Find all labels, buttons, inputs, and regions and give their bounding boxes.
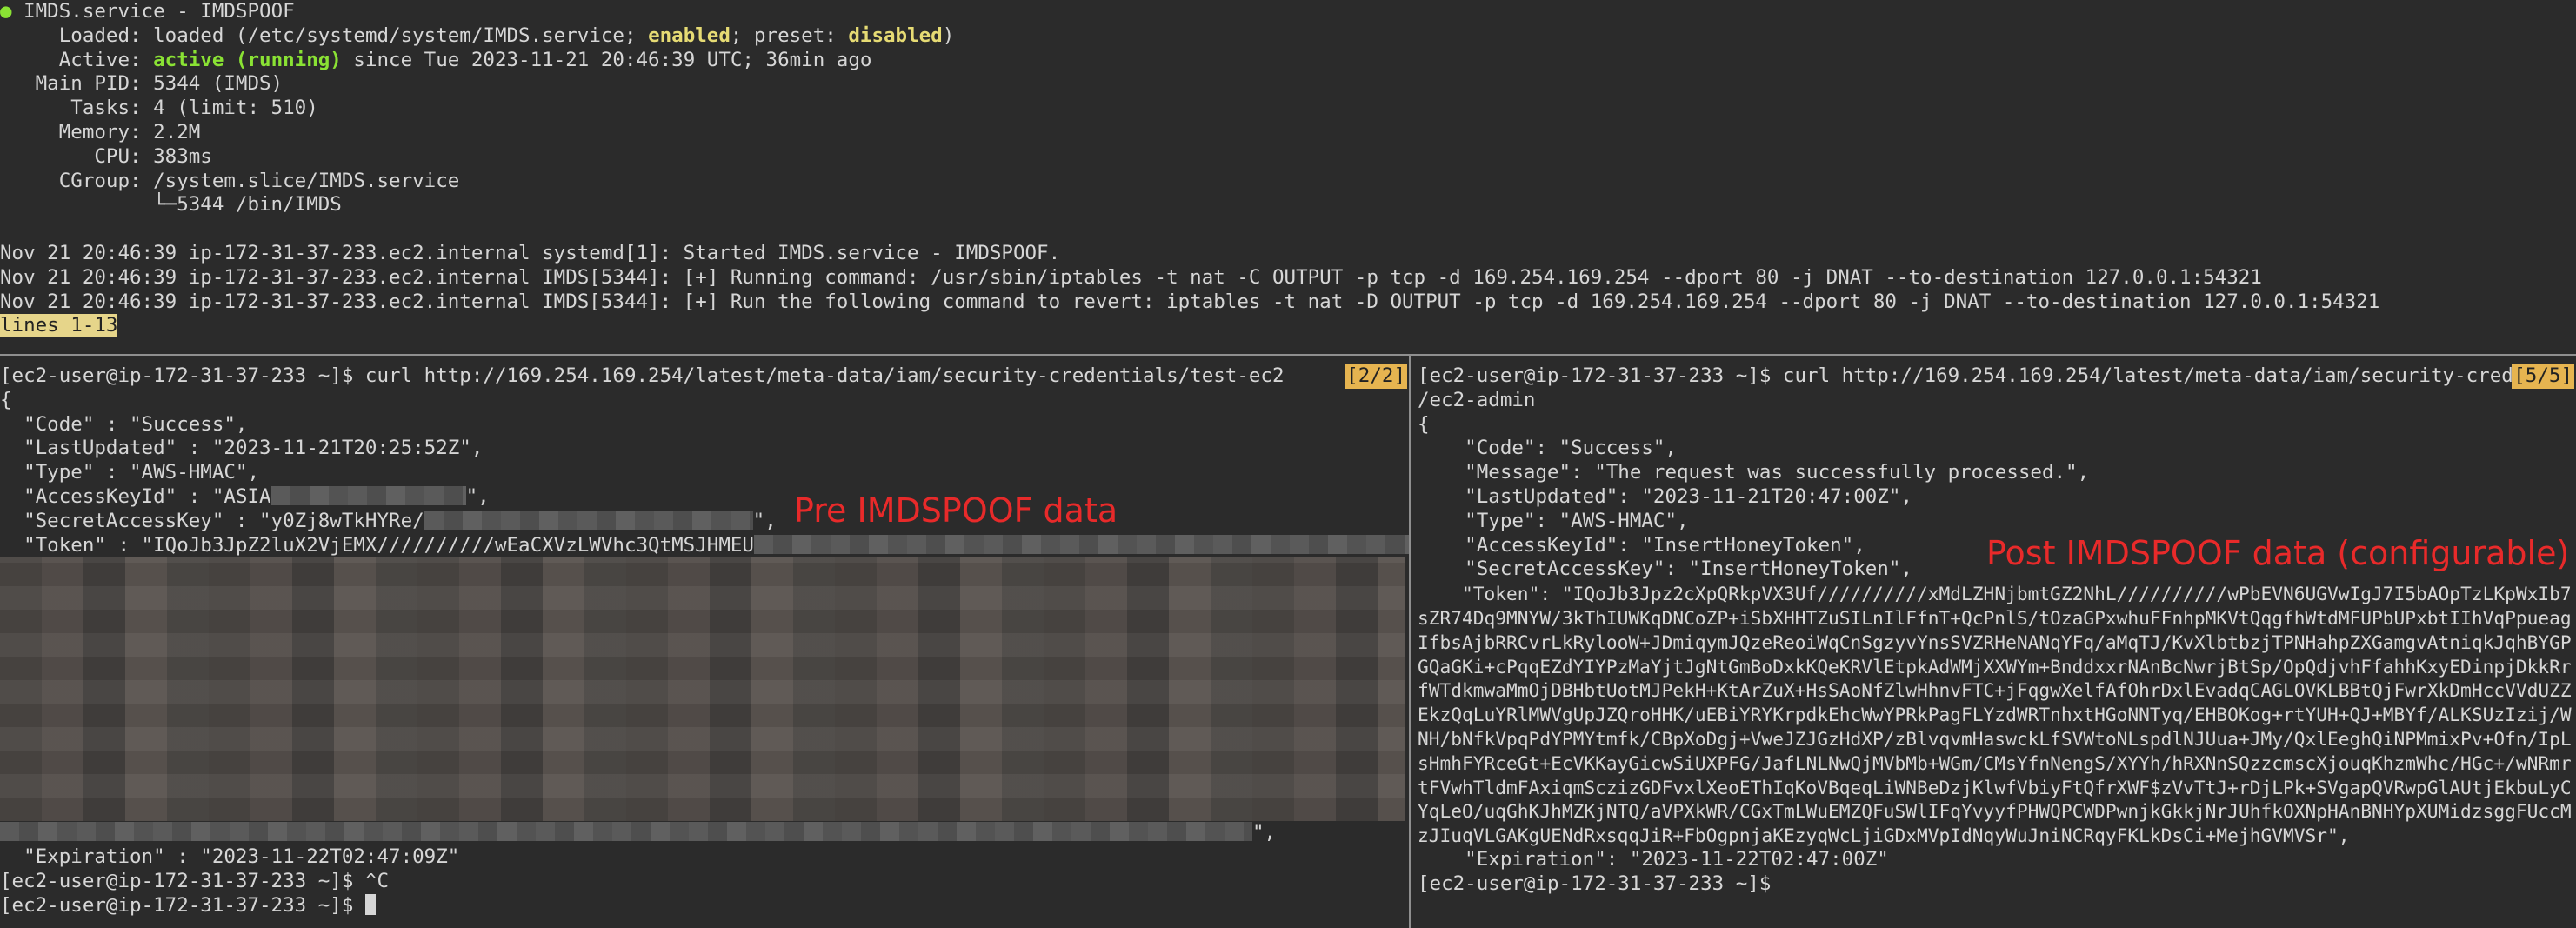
access-key-text: "AccessKeyId" : "ASIA (0, 484, 271, 508)
loaded-post: ) (942, 23, 955, 47)
json-access-key-line: "AccessKeyId" : "ASIA ", (0, 485, 1409, 510)
service-title: IMDS.service - IMDSPOOF (23, 0, 295, 23)
json-secret-key-line: "SecretAccessKey" : "y0Zj8wTkHYRe/ ", (0, 510, 1409, 534)
active-line: Active: active (running) since Tue 2023-… (0, 49, 2576, 73)
scroll-position-indicator: [2/2] (1345, 364, 1407, 389)
secret-key-text: "SecretAccessKey" : "y0Zj8wTkHYRe/ (0, 509, 424, 532)
cgroup-line: CGroup: /system.slice/IMDS.service (0, 169, 460, 192)
secret-key-suffix: ", (752, 509, 777, 532)
cpu-line: CPU: 383ms (0, 144, 212, 168)
curl-command-continuation: /ec2-admin (1418, 388, 1536, 411)
token-text: "Token" : "IQoJb3JpZ2luX2VjEMX//////////… (0, 533, 754, 557)
json-type-line: "Type" : "AWS-HMAC", (0, 461, 260, 484)
redaction-block (270, 485, 466, 505)
json-token-block: "Token": "IQoJb3Jpz2cXpQRkpVX3Uf////////… (1418, 583, 2572, 847)
cgroup-process-line: └─5344 /bin/IMDS (0, 193, 342, 217)
redaction-block (0, 822, 1252, 842)
json-open-brace: { (0, 388, 12, 411)
token-redaction-block (0, 557, 1405, 822)
active-key: Active: (0, 48, 154, 71)
loaded-mid: ; preset: (730, 23, 849, 47)
json-code-line: "Code": "Success", (1418, 437, 1678, 460)
json-token-line: "Token" : "IQoJb3JpZ2luX2VjEMX//////////… (0, 534, 1409, 558)
post-imdspoof-annotation: Post IMDSPOOF data (configurable) (1986, 534, 2570, 572)
shell-prompt: [ec2-user@ip-172-31-37-233 ~]$ (0, 893, 365, 917)
preset-value: disabled (848, 23, 943, 47)
service-title-line: ● IMDS.service - IMDSPOOF (0, 0, 2576, 24)
tasks-line: Tasks: 4 (limit: 510) (0, 97, 318, 120)
log-line: Nov 21 20:46:39 ip-172-31-37-233.ec2.int… (0, 265, 2262, 289)
json-last-updated-line: "LastUpdated": "2023-11-21T20:47:00Z", (1418, 484, 1912, 508)
status-dot-icon: ● (0, 0, 12, 23)
active-since: since Tue 2023-11-21 20:46:39 UTC; 36min… (341, 48, 872, 71)
pre-imdspoof-annotation: Pre IMDSPOOF data (794, 491, 1118, 530)
text-cursor (364, 893, 376, 915)
json-last-updated-line: "LastUpdated" : "2023-11-21T20:25:52Z", (0, 437, 484, 460)
active-value: active (running) (153, 48, 342, 71)
log-line: Nov 21 20:46:39 ip-172-31-37-233.ec2.int… (0, 241, 1061, 264)
main-pid-line: Main PID: 5344 (IMDS) (0, 72, 284, 96)
enabled-value: enabled (648, 23, 731, 47)
prompt-interrupt-line: [ec2-user@ip-172-31-37-233 ~]$ ^C (0, 869, 390, 892)
access-key-suffix: ", (465, 484, 490, 508)
token-end-text: ", (1252, 821, 1277, 845)
loaded-line: Loaded: loaded (/etc/systemd/system/IMDS… (0, 24, 2576, 49)
right-terminal-pane[interactable]: [5/5] [ec2-user@ip-172-31-37-233 ~]$ cur… (1418, 364, 2576, 928)
curl-command-line: [ec2-user@ip-172-31-37-233 ~]$ curl http… (1418, 364, 2537, 387)
json-open-brace: { (1418, 412, 1430, 436)
vertical-pane-divider[interactable] (1409, 356, 1411, 928)
prompt-line[interactable]: [ec2-user@ip-172-31-37-233 ~]$ (1418, 872, 2576, 897)
log-line: Nov 21 20:46:39 ip-172-31-37-233.ec2.int… (0, 290, 2380, 313)
prompt-line[interactable]: [ec2-user@ip-172-31-37-233 ~]$ (0, 893, 1409, 918)
json-message-line: "Message": "The request was successfully… (1418, 461, 2090, 484)
shell-prompt: [ec2-user@ip-172-31-37-233 ~]$ (1418, 871, 1783, 895)
pager-status: lines 1-13 (0, 314, 118, 337)
json-type-line: "Type": "AWS-HMAC", (1418, 509, 1689, 532)
loaded-key: Loaded: (0, 23, 154, 47)
redaction-block (753, 534, 1409, 554)
json-expiration-line: "Expiration": "2023-11-22T02:47:00Z" (1418, 847, 1889, 871)
memory-line: Memory: 2.2M (0, 120, 201, 144)
json-expiration-line: "Expiration" : "2023-11-22T02:47:09Z" (0, 845, 460, 869)
left-terminal-pane[interactable]: [2/2] [ec2-user@ip-172-31-37-233 ~]$ cur… (0, 364, 1409, 928)
scroll-position-indicator: [5/5] (2512, 364, 2574, 389)
redaction-block (424, 510, 753, 530)
loaded-pre: loaded (/etc/systemd/system/IMDS.service… (153, 23, 649, 47)
json-code-line: "Code" : "Success", (0, 412, 248, 436)
json-token-end-line: ", (0, 821, 1409, 845)
systemctl-status-pane: ● IMDS.service - IMDSPOOF Loaded: loaded… (0, 0, 2576, 351)
curl-command-line: [ec2-user@ip-172-31-37-233 ~]$ curl http… (0, 364, 1285, 387)
horizontal-pane-divider[interactable] (0, 354, 2576, 356)
